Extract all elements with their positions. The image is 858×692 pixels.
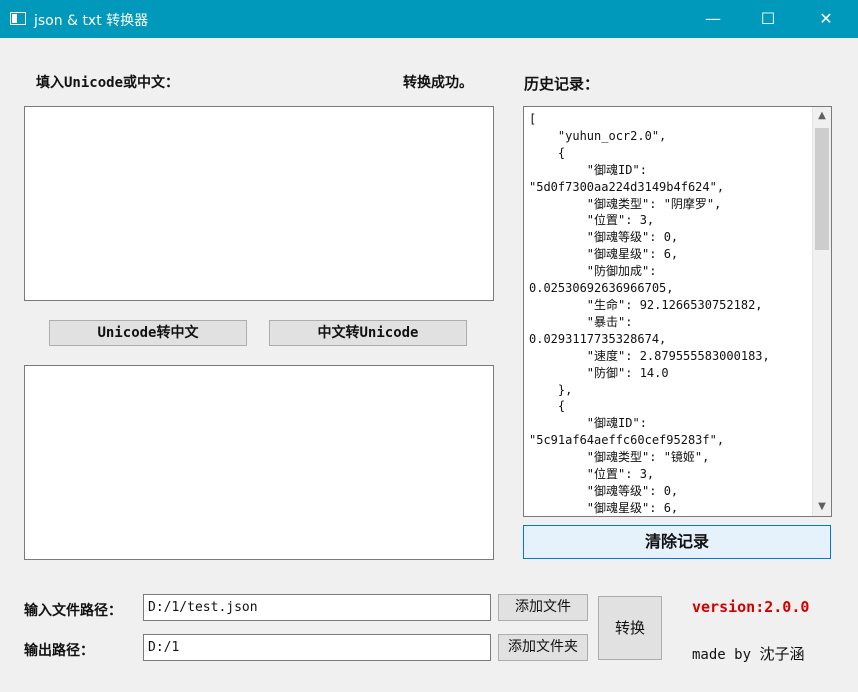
scroll-down-arrow-icon[interactable]: ▼ xyxy=(813,498,831,516)
app-window-icon xyxy=(10,12,26,25)
maximize-button[interactable]: ☐ xyxy=(739,0,797,38)
scrollbar-thumb[interactable] xyxy=(815,128,829,250)
version-label: version:2.0.0 xyxy=(692,598,810,616)
add-folder-button[interactable]: 添加文件夹 xyxy=(498,634,588,661)
close-button[interactable]: ✕ xyxy=(797,0,855,38)
status-text: 转换成功。 xyxy=(403,75,473,91)
unicode-to-chinese-button[interactable]: Unicode转中文 xyxy=(49,320,247,346)
chinese-to-unicode-button[interactable]: 中文转Unicode xyxy=(269,320,467,346)
output-path-label: 输出路径： xyxy=(24,643,94,659)
history-scrollbar[interactable]: ▲ ▼ xyxy=(812,107,831,516)
scroll-up-arrow-icon[interactable]: ▲ xyxy=(813,107,831,125)
history-label: 历史记录： xyxy=(524,75,600,93)
window-title: json & txt 转换器 xyxy=(34,13,149,29)
author-name: 沈子涵 xyxy=(759,645,805,663)
input-path-field[interactable] xyxy=(143,594,491,621)
history-content: [ "yuhun_ocr2.0", { "御魂ID": "5d0f7300aa2… xyxy=(529,112,770,515)
output-textarea[interactable] xyxy=(24,365,494,560)
author-credit: made by 沈子涵 xyxy=(692,643,804,664)
history-textarea[interactable]: [ "yuhun_ocr2.0", { "御魂ID": "5d0f7300aa2… xyxy=(523,106,832,517)
unicode-input-textarea[interactable] xyxy=(24,106,494,301)
input-path-label: 输入文件路径： xyxy=(24,603,122,619)
convert-button[interactable]: 转换 xyxy=(598,596,662,660)
title-bar: json & txt 转换器 — ☐ ✕ xyxy=(0,0,858,38)
minimize-button[interactable]: — xyxy=(684,0,742,38)
add-file-button[interactable]: 添加文件 xyxy=(498,594,588,621)
input-label: 填入Unicode或中文： xyxy=(36,75,180,91)
made-by-text: made by xyxy=(692,647,752,663)
clear-history-button[interactable]: 清除记录 xyxy=(523,525,831,559)
output-path-field[interactable] xyxy=(143,634,491,661)
